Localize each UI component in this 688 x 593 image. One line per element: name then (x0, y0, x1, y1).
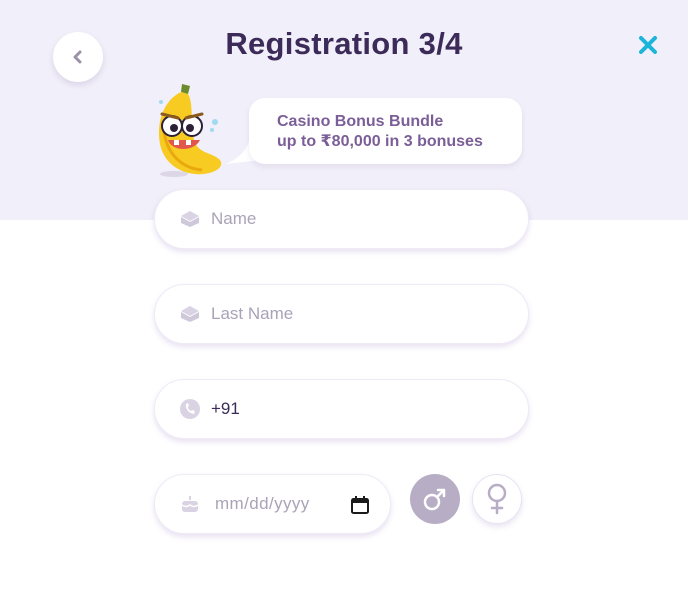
promo-title: Casino Bonus Bundle (277, 113, 444, 130)
birthdate-placeholder: mm/dd/yyyy (215, 494, 310, 513)
cake-icon (179, 493, 201, 515)
name-input[interactable] (211, 209, 511, 229)
female-icon (487, 483, 507, 515)
phone-icon (179, 398, 201, 420)
promo-text: Casino Bonus Bundle up to ₹80,000 in 3 b… (277, 112, 483, 152)
close-button[interactable] (636, 33, 660, 57)
phone-field (154, 379, 529, 439)
last-name-field (154, 284, 529, 344)
banana-mascot (158, 84, 222, 177)
birthdate-field[interactable]: mm/dd/yyyy (154, 474, 391, 534)
page-title: Registration 3/4 (225, 26, 463, 61)
name-field (154, 189, 529, 249)
phone-input[interactable] (211, 399, 511, 419)
promo-speech-bubble: Casino Bonus Bundle up to ₹80,000 in 3 b… (249, 98, 522, 164)
gender-male-button[interactable] (410, 474, 460, 524)
gender-female-button[interactable] (472, 474, 522, 524)
promo-subtitle: up to ₹80,000 in 3 bonuses (277, 133, 483, 150)
last-name-input[interactable] (211, 304, 511, 324)
user-card-icon (179, 208, 201, 230)
calendar-icon[interactable] (351, 496, 369, 519)
close-icon (639, 36, 657, 54)
male-icon (423, 488, 446, 511)
user-card-icon (179, 303, 201, 325)
